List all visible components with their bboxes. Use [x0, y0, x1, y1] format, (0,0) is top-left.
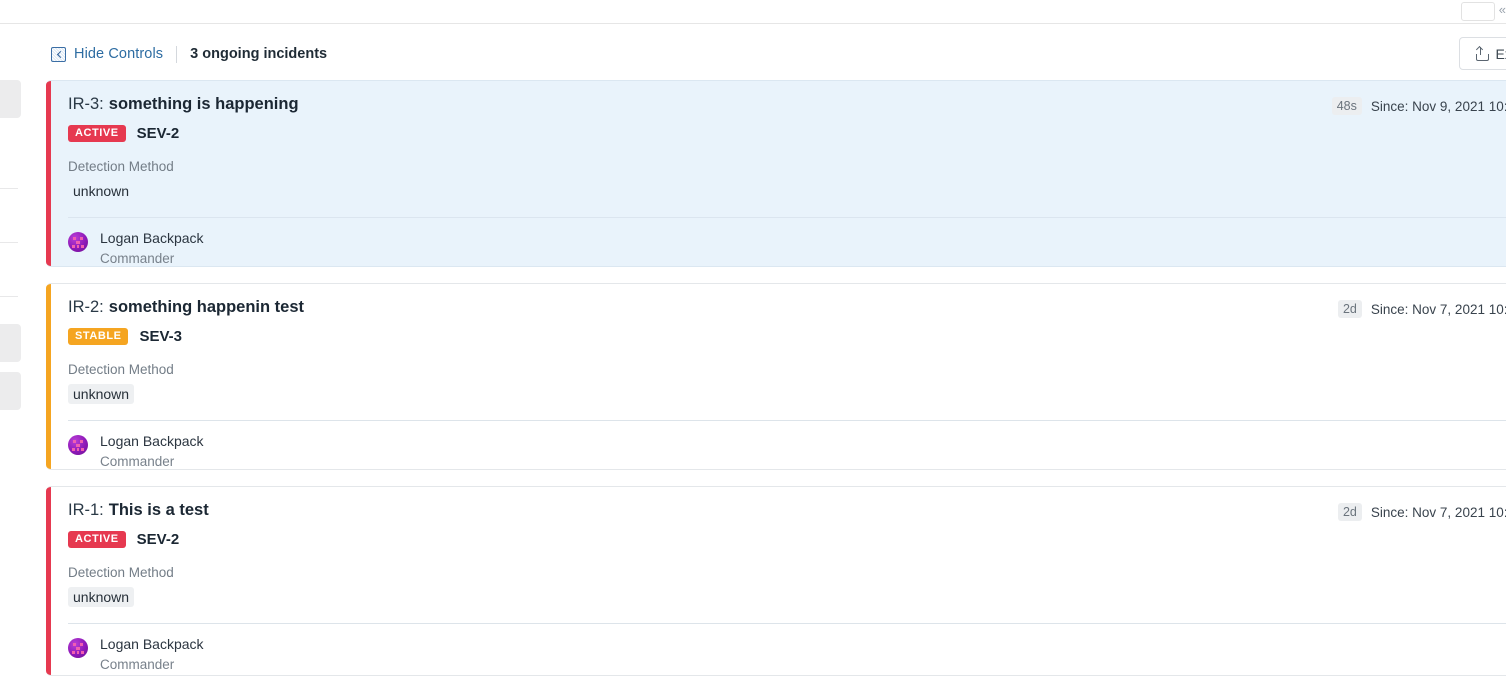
incident-meta: 2d Since: Nov 7, 2021 10:41 pm: [1337, 503, 1506, 521]
upload-icon: [1475, 45, 1489, 61]
detection-method-value: unknown: [68, 384, 135, 404]
incident-status-row: STABLE SEV-3: [68, 328, 1506, 345]
incident-id: IR-2:: [68, 298, 104, 316]
hide-controls-label: Hide Controls: [74, 46, 164, 62]
avatar: [68, 638, 88, 658]
detection-method-value: unknown: [73, 183, 130, 199]
incident-since: Since: Nov 9, 2021 10:47 pm: [1370, 98, 1506, 114]
rail-block[interactable]: [0, 80, 21, 118]
hide-controls-button[interactable]: Hide Controls: [51, 46, 163, 62]
incident-card[interactable]: IR-1: This is a test 2d Since: Nov 7, 2021 …: [46, 486, 1506, 676]
severity-label: SEV-3: [139, 328, 183, 345]
incident-commander[interactable]: Logan Backpack Commander: [68, 624, 1506, 675]
incident-list: IR-3: something is happening 48s Since: Nov…: [40, 80, 1506, 697]
panel-collapse-left-icon: [51, 46, 66, 62]
detection-method-label: Detection Method: [68, 159, 174, 174]
incident-id: IR-3:: [68, 95, 104, 113]
commander-name: Logan Backpack: [100, 636, 204, 652]
rail-divider: [0, 242, 18, 243]
incident-since: Since: Nov 7, 2021 10:42 pm: [1370, 301, 1506, 317]
status-badge: ACTIVE: [68, 125, 126, 142]
incident-card[interactable]: IR-2: something happenin test 2d Since: Nov…: [46, 283, 1506, 470]
rail-block[interactable]: [0, 372, 21, 410]
commander-role: Commander: [100, 251, 175, 266]
export-button-label: Export: [1495, 45, 1506, 62]
rail-divider: [0, 296, 18, 297]
detection-method-label: Detection Method: [68, 565, 174, 580]
severity-label: SEV-2: [136, 125, 180, 142]
commander-name: Logan Backpack: [100, 433, 204, 449]
status-badge: ACTIVE: [68, 531, 126, 548]
avatar: [68, 232, 88, 252]
commander-name: Logan Backpack: [100, 230, 204, 246]
avatar: [68, 435, 88, 455]
incident-meta: 48s Since: Nov 9, 2021 10:47 pm: [1331, 97, 1506, 115]
commander-role: Commander: [100, 454, 175, 469]
incident-status-row: ACTIVE SEV-2: [68, 531, 1506, 548]
export-button[interactable]: Export: [1458, 37, 1506, 70]
incident-commander[interactable]: Logan Backpack Commander: [68, 218, 1506, 266]
commander-role: Commander: [100, 657, 175, 672]
incident-title-row: IR-1: This is a test: [68, 501, 1506, 520]
incident-id: IR-1:: [68, 501, 104, 519]
left-rail-fragment: [0, 24, 40, 697]
detection-method-value: unknown: [68, 587, 135, 607]
incident-title: something happenin test: [108, 298, 305, 316]
incident-title: This is a test: [108, 501, 209, 519]
rail-block[interactable]: [0, 324, 21, 362]
incident-title-row: IR-3: something is happening: [68, 95, 1506, 114]
incident-since: Since: Nov 7, 2021 10:41 pm: [1370, 504, 1506, 520]
chevron-left-double-icon[interactable]: «: [1499, 3, 1506, 17]
top-strip-chip[interactable]: [1461, 2, 1495, 21]
severity-label: SEV-2: [136, 531, 180, 548]
incident-age-badge: 48s: [1331, 97, 1362, 115]
ongoing-incidents-count: 3 ongoing incidents: [190, 46, 328, 62]
incident-card[interactable]: IR-3: something is happening 48s Since: Nov…: [46, 80, 1506, 267]
incidents-header-bar: Hide Controls 3 ongoing incidents Export: [40, 25, 1506, 83]
incident-age-badge: 2d: [1337, 503, 1362, 521]
incident-title: something is happening: [108, 95, 299, 113]
browser-top-strip: «: [0, 0, 1506, 24]
incident-status-row: ACTIVE SEV-2: [68, 125, 1506, 142]
incident-commander[interactable]: Logan Backpack Commander: [68, 421, 1506, 469]
status-badge: STABLE: [68, 328, 129, 345]
rail-divider: [0, 188, 18, 189]
incident-title-row: IR-2: something happenin test: [68, 298, 1506, 317]
top-strip-right-controls: «: [1460, 0, 1506, 23]
header-separator: [176, 45, 178, 63]
incident-age-badge: 2d: [1337, 300, 1362, 318]
detection-method-label: Detection Method: [68, 362, 174, 377]
incident-meta: 2d Since: Nov 7, 2021 10:42 pm: [1337, 300, 1506, 318]
